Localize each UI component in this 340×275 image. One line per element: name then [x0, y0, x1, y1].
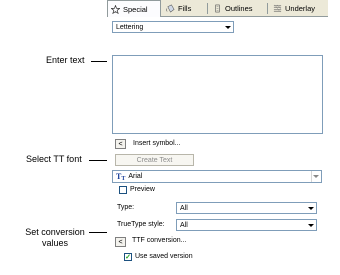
- lettering-text-input[interactable]: [112, 55, 323, 134]
- font-value: Arial: [128, 173, 143, 180]
- callout-set-conversion: Set conversion values: [19, 227, 91, 249]
- object-type-value: Lettering: [116, 23, 144, 31]
- tab-fills-label: Fills: [178, 4, 192, 13]
- star-icon: [111, 4, 120, 14]
- tab-outlines[interactable]: Outlines: [210, 1, 266, 16]
- special-tab-content: Lettering < Insert symbol... Create Text…: [107, 17, 328, 261]
- tab-underlay-label: Underlay: [285, 4, 316, 13]
- object-type-select[interactable]: Lettering: [112, 21, 234, 33]
- create-text-button[interactable]: Create Text: [115, 154, 194, 166]
- preview-label: Preview: [130, 186, 155, 193]
- underlay-icon: [273, 4, 282, 13]
- use-saved-version-label: Use saved version: [135, 253, 193, 260]
- callout-set-conversion-line1: Set conversion: [25, 227, 85, 237]
- type-value: All: [180, 204, 188, 212]
- chevron-down-icon[interactable]: [306, 204, 315, 212]
- tab-separator: [267, 3, 268, 14]
- chevron-down-icon[interactable]: [223, 23, 232, 31]
- ttf-conversion-button[interactable]: <: [115, 237, 126, 247]
- checkmark-icon: ✓: [125, 253, 131, 261]
- tab-special-label: Special: [123, 4, 148, 14]
- tab-underlay[interactable]: Underlay: [270, 1, 328, 16]
- preview-checkbox[interactable]: [119, 186, 127, 194]
- callout-enter-text: Enter text: [46, 55, 85, 65]
- insert-symbol-label: Insert symbol...: [133, 140, 181, 147]
- outline-icon: [215, 4, 220, 13]
- tab-separator: [207, 3, 208, 14]
- callout-set-conversion-line2: values: [41, 238, 68, 248]
- object-properties-panel: Special Fills Outlines Underlay Letterin…: [107, 0, 328, 261]
- insert-symbol-button[interactable]: <: [115, 139, 126, 149]
- truetype-style-select[interactable]: All: [176, 219, 317, 231]
- tab-outlines-label: Outlines: [225, 4, 253, 13]
- tab-strip: Special Fills Outlines Underlay: [107, 0, 328, 17]
- fill-icon: [166, 4, 175, 13]
- chevron-down-icon[interactable]: [311, 171, 320, 182]
- type-select[interactable]: All: [176, 202, 317, 214]
- type-label: Type:: [117, 204, 135, 211]
- use-saved-version-checkbox[interactable]: ✓: [124, 253, 132, 261]
- chevron-down-icon[interactable]: [306, 221, 315, 229]
- truetype-icon: TT: [116, 172, 126, 182]
- tab-special[interactable]: Special: [107, 0, 161, 17]
- tab-fills[interactable]: Fills: [163, 1, 205, 16]
- truetype-style-label: TrueType style:: [117, 221, 165, 228]
- callout-select-font: Select TT font: [26, 154, 82, 164]
- font-select[interactable]: TT Arial: [112, 170, 322, 183]
- ttf-conversion-label: TTF conversion...: [132, 237, 187, 244]
- truetype-style-value: All: [180, 221, 188, 229]
